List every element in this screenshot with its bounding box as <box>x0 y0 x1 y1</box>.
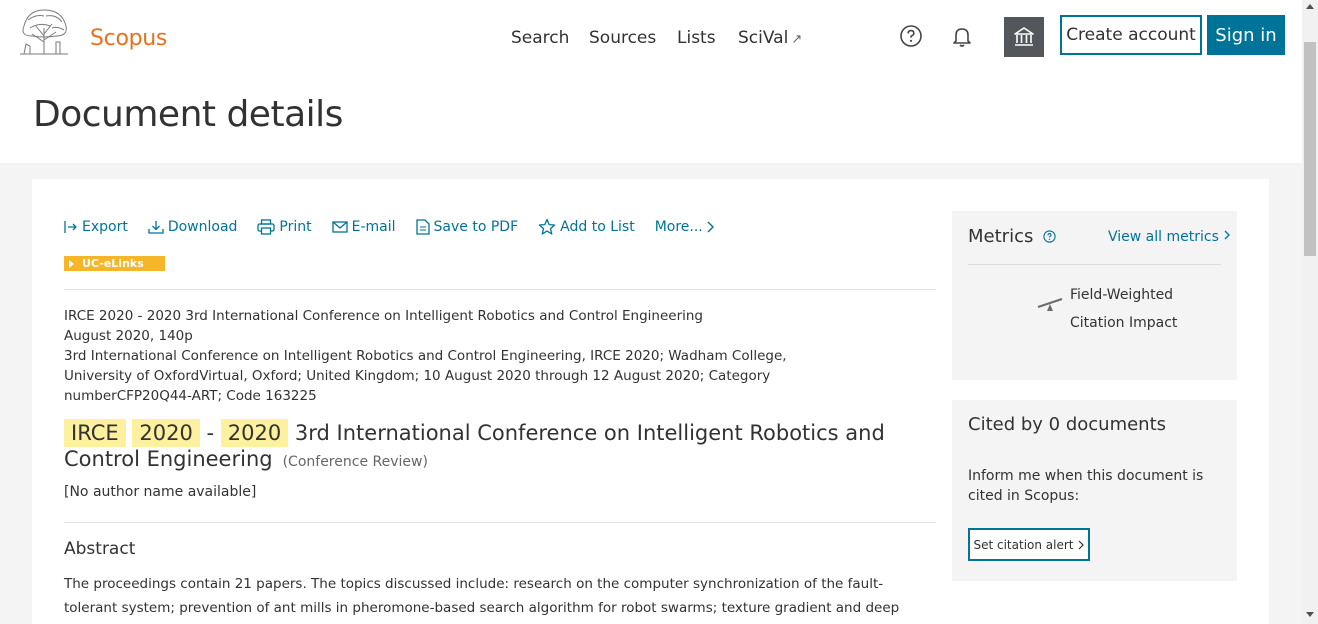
metrics-help-icon[interactable] <box>1043 230 1056 243</box>
view-all-metrics-link[interactable]: View all metrics <box>1108 229 1231 245</box>
email-label: E-mail <box>351 219 396 235</box>
title-highlight-irce: IRCE <box>64 419 126 447</box>
authors: [No author name available] <box>64 484 257 500</box>
email-icon <box>331 221 348 233</box>
nav-sources[interactable]: Sources <box>589 28 656 48</box>
print-button[interactable]: Print <box>257 219 312 235</box>
seesaw-icon <box>1036 295 1064 317</box>
print-icon <box>257 219 276 235</box>
abstract-text: The proceedings contain 21 papers. The t… <box>64 576 900 616</box>
metrics-title-label: Metrics <box>968 226 1034 247</box>
save-pdf-button[interactable]: Save to PDF <box>415 219 519 235</box>
export-button[interactable]: Export <box>64 219 128 235</box>
metrics-panel: Metrics View all metrics Field-Weighted … <box>952 211 1237 380</box>
more-label: More... <box>654 219 703 235</box>
chevron-right-icon <box>1078 540 1084 549</box>
document-type: (Conference Review) <box>282 454 428 470</box>
cited-by-panel: Cited by 0 documents Inform me when this… <box>952 400 1237 581</box>
conference-details: 3rd International Conference on Intellig… <box>64 348 787 404</box>
download-button[interactable]: Download <box>148 219 238 235</box>
nav-lists[interactable]: Lists <box>677 28 716 48</box>
scroll-up-arrow-icon[interactable] <box>1306 4 1314 9</box>
scroll-down-arrow-icon[interactable] <box>1306 612 1314 617</box>
site-header: Scopus Search Sources Lists SciVal ↗ Crea… <box>0 0 1302 80</box>
divider <box>64 522 936 523</box>
external-link-icon: ↗ <box>791 32 803 47</box>
uc-elinks-label: UC-eLinks <box>82 257 144 270</box>
nav-search[interactable]: Search <box>511 28 569 48</box>
divider <box>968 264 1221 265</box>
scrollbar-thumb[interactable] <box>1304 42 1316 256</box>
save-pdf-label: Save to PDF <box>433 219 519 235</box>
pdf-icon <box>415 219 430 235</box>
print-label: Print <box>279 219 312 235</box>
export-icon <box>64 221 77 233</box>
export-label: Export <box>82 219 128 235</box>
institution-icon[interactable] <box>1004 17 1044 57</box>
bell-icon[interactable] <box>948 22 976 50</box>
nav-scival-label: SciVal <box>738 28 789 48</box>
download-icon <box>148 221 164 234</box>
chevron-right-icon <box>1224 230 1231 240</box>
download-label: Download <box>167 219 238 235</box>
add-to-list-label: Add to List <box>560 219 635 235</box>
title-highlight-2020: 2020 <box>132 419 200 447</box>
scopus-brand[interactable]: Scopus <box>90 26 167 51</box>
abstract-heading: Abstract <box>64 539 136 559</box>
email-button[interactable]: E-mail <box>331 219 396 235</box>
metrics-title: Metrics <box>968 226 1056 247</box>
star-icon <box>538 218 556 235</box>
title-highlight-2020b: 2020 <box>220 419 289 447</box>
sign-in-button[interactable]: Sign in <box>1207 15 1285 55</box>
view-all-label: View all metrics <box>1108 229 1219 245</box>
create-account-button[interactable]: Create account <box>1060 15 1202 55</box>
document-toolbar: Export Download Print E-mail Save to PDF… <box>64 218 735 236</box>
nav-scival[interactable]: SciVal ↗ <box>738 28 802 48</box>
fwci-label-line1: Field-Weighted <box>1070 287 1174 303</box>
citation-alert-text: Inform me when this document is cited in… <box>968 468 1204 504</box>
more-button[interactable]: More... <box>655 219 715 235</box>
chevron-right-icon <box>707 221 714 233</box>
cited-by-title: Cited by 0 documents <box>968 414 1167 435</box>
page-scrollbar[interactable] <box>1302 0 1318 624</box>
fwci-label: Field-Weighted Citation Impact <box>1070 281 1220 337</box>
page-title: Document details <box>33 94 343 135</box>
play-triangle-icon <box>69 259 74 268</box>
add-to-list-button[interactable]: Add to List <box>538 218 635 236</box>
source-date: August 2020, 140p <box>64 328 193 344</box>
title-dash: - <box>206 421 215 445</box>
uc-elinks-button[interactable]: UC-eLinks <box>64 256 165 271</box>
document-title: IRCE 2020 - 2020 3rd International Confe… <box>64 419 934 475</box>
fwci-label-line2: Citation Impact <box>1070 315 1178 331</box>
set-citation-alert-label: Set citation alert <box>973 537 1074 552</box>
elsevier-logo-icon[interactable] <box>16 6 72 56</box>
set-citation-alert-button[interactable]: Set citation alert <box>968 528 1090 561</box>
divider <box>64 289 936 290</box>
source-info: IRCE 2020 - 2020 3rd International Confe… <box>64 306 804 406</box>
source-title[interactable]: IRCE 2020 - 2020 3rd International Confe… <box>64 306 804 326</box>
help-icon[interactable] <box>897 22 925 50</box>
